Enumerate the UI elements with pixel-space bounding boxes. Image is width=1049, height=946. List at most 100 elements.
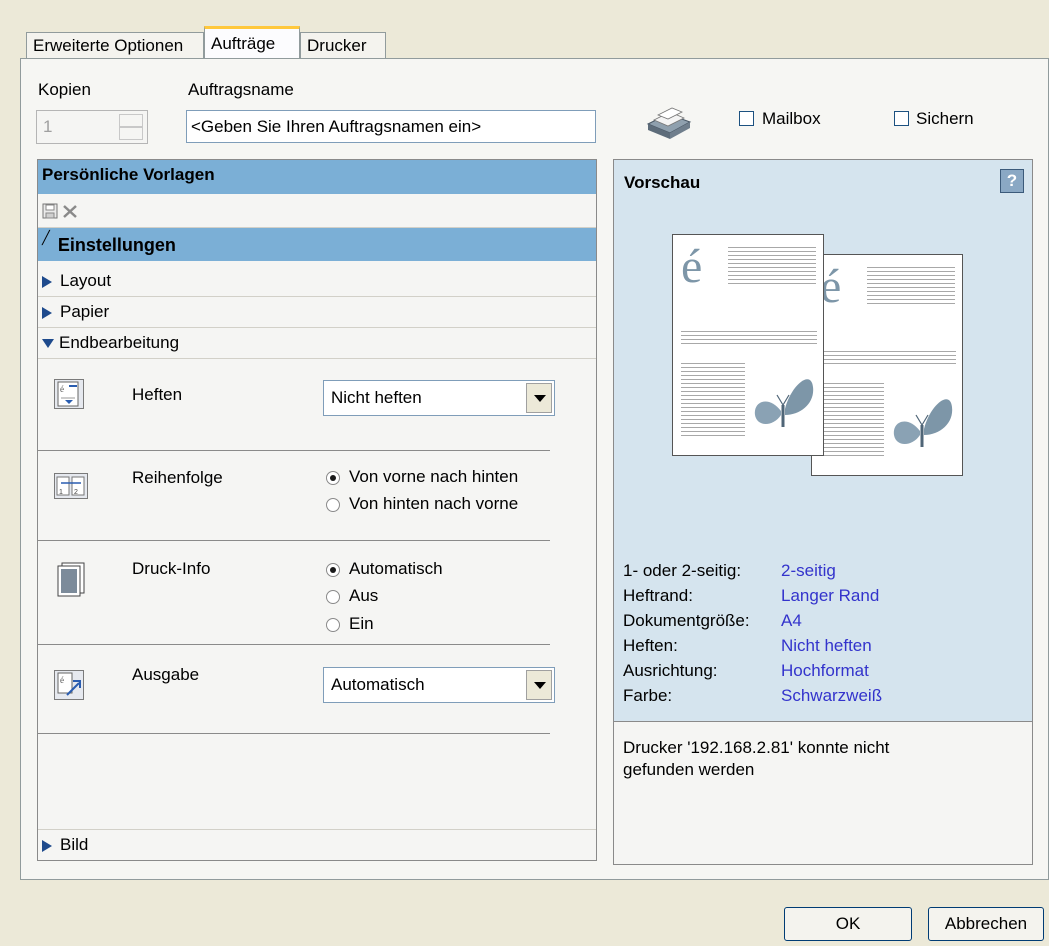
- info-label-sides: 1- oder 2-seitig:: [623, 561, 742, 580]
- secure-checkbox[interactable]: [894, 111, 909, 126]
- info-label-color: Farbe:: [623, 686, 673, 705]
- chevron-down-icon[interactable]: [526, 670, 552, 700]
- divider: [38, 644, 550, 645]
- expand-arrow-icon: [42, 839, 52, 852]
- ok-button-label: OK: [835, 914, 861, 933]
- settings-header: ╱ Einstellungen: [38, 228, 596, 261]
- tab-advanced-options[interactable]: Erweiterte Optionen: [26, 32, 204, 58]
- staple-select-value: Nicht heften: [331, 388, 422, 407]
- output-select[interactable]: Automatisch: [323, 667, 555, 703]
- print-info-auto-radio[interactable]: [326, 563, 340, 577]
- section-paper[interactable]: Papier: [38, 297, 596, 328]
- page-text-lines: [820, 351, 956, 367]
- section-paper-label: Papier: [60, 302, 110, 321]
- printer-status-message: Drucker '192.168.2.81' konnte nicht gefu…: [623, 738, 890, 779]
- info-label-staple: Heften:: [623, 636, 678, 655]
- preview-page-front: é: [672, 234, 824, 456]
- personal-templates-panel: Persönliche Vorlagen ╱ Einstellungen Lay…: [37, 159, 597, 861]
- preview-panel: Vorschau ? é é 1- oder 2-seitig: 2-seiti…: [613, 159, 1033, 865]
- copies-down-button[interactable]: [119, 127, 143, 140]
- section-layout[interactable]: Layout: [38, 266, 596, 297]
- delete-template-icon[interactable]: [62, 203, 78, 219]
- svg-text:é: é: [60, 384, 64, 394]
- jobname-input[interactable]: [186, 110, 596, 143]
- page-text-lines: [681, 363, 745, 439]
- print-info-on-radio[interactable]: [326, 618, 340, 632]
- tab-jobs-label: Aufträge: [211, 34, 276, 53]
- mailbox-label: Mailbox: [762, 109, 821, 128]
- page-letter: é: [681, 240, 703, 293]
- butterfly-icon: [890, 385, 954, 461]
- info-label-orientation: Ausrichtung:: [623, 661, 718, 680]
- section-image-label: Bild: [60, 835, 89, 854]
- collapse-arrow-icon: [42, 339, 54, 349]
- staple-icon: é: [54, 379, 84, 409]
- mailbox-checkbox[interactable]: [739, 111, 754, 126]
- printer-tray-icon: [644, 100, 694, 140]
- tab-printer-label: Drucker: [307, 36, 367, 55]
- save-template-icon[interactable]: [42, 203, 58, 219]
- secure-label: Sichern: [916, 109, 974, 128]
- order-back-to-front-radio[interactable]: [326, 498, 340, 512]
- order-option-2: Von hinten nach vorne: [349, 494, 519, 513]
- chevron-down-icon[interactable]: [526, 383, 552, 413]
- page-text-lines: [867, 267, 955, 307]
- print-info-option-2: Aus: [349, 586, 379, 605]
- template-toolbar: [38, 194, 596, 228]
- copies-value: 1: [43, 117, 53, 136]
- info-value-color: Schwarzweiß: [781, 686, 883, 705]
- output-icon: é: [54, 670, 84, 700]
- order-label: Reihenfolge: [132, 468, 223, 487]
- order-front-to-back-radio[interactable]: [326, 471, 340, 485]
- help-button[interactable]: ?: [1000, 169, 1024, 193]
- output-label: Ausgabe: [132, 665, 200, 684]
- section-finishing-label: Endbearbeitung: [59, 333, 180, 352]
- expand-arrow-icon: [42, 275, 52, 288]
- print-info-option-1: Automatisch: [349, 559, 443, 578]
- cancel-button[interactable]: Abbrechen: [928, 907, 1044, 941]
- section-layout-label: Layout: [60, 271, 112, 290]
- copies-up-button[interactable]: [119, 114, 143, 127]
- copies-label: Kopien: [38, 80, 91, 99]
- svg-text:é: é: [60, 675, 64, 685]
- page-text-lines: [728, 247, 816, 287]
- preview-page-back: é: [811, 254, 963, 476]
- preview-area: Vorschau ? é é 1- oder 2-seitig: 2-seiti…: [614, 160, 1032, 722]
- tab-printer[interactable]: Drucker: [300, 32, 386, 58]
- print-info-label: Druck-Info: [132, 559, 211, 578]
- svg-text:2: 2: [74, 489, 78, 496]
- info-value-binding: Langer Rand: [781, 586, 880, 605]
- expand-arrow-icon: [42, 306, 52, 319]
- settings-title: Einstellungen: [57, 235, 176, 255]
- print-info-option-3: Ein: [349, 614, 374, 633]
- staple-label: Heften: [132, 385, 183, 404]
- tab-jobs[interactable]: Aufträge: [204, 26, 300, 58]
- info-value-staple: Nicht heften: [781, 636, 872, 655]
- info-label-docsize: Dokumentgröße:: [623, 611, 750, 630]
- info-value-orientation: Hochformat: [781, 661, 869, 680]
- page-text-lines: [681, 331, 817, 347]
- personal-templates-header: Persönliche Vorlagen: [38, 160, 596, 194]
- section-image[interactable]: Bild: [38, 829, 596, 860]
- jobname-label: Auftragsname: [188, 80, 294, 99]
- tab-advanced-options-label: Erweiterte Optionen: [33, 36, 184, 55]
- settings-pencil-icon: ╱: [42, 230, 50, 245]
- info-value-docsize: A4: [781, 611, 802, 630]
- output-select-value: Automatisch: [331, 675, 425, 694]
- personal-templates-title: Persönliche Vorlagen: [42, 165, 215, 184]
- info-label-binding: Heftrand:: [623, 586, 693, 605]
- ok-button[interactable]: OK: [784, 907, 912, 941]
- copies-stepper[interactable]: 1: [36, 110, 148, 144]
- order-icon: 1 2: [54, 473, 88, 499]
- info-value-sides: 2-seitig: [781, 561, 836, 580]
- section-finishing[interactable]: Endbearbeitung: [38, 328, 596, 359]
- staple-select[interactable]: Nicht heften: [323, 380, 555, 416]
- divider: [38, 733, 550, 734]
- butterfly-icon: [751, 365, 815, 441]
- page-text-lines: [820, 383, 884, 459]
- divider: [38, 540, 550, 541]
- svg-text:1: 1: [59, 489, 63, 496]
- preview-title: Vorschau: [624, 173, 701, 192]
- print-info-icon: [54, 561, 88, 597]
- print-info-off-radio[interactable]: [326, 590, 340, 604]
